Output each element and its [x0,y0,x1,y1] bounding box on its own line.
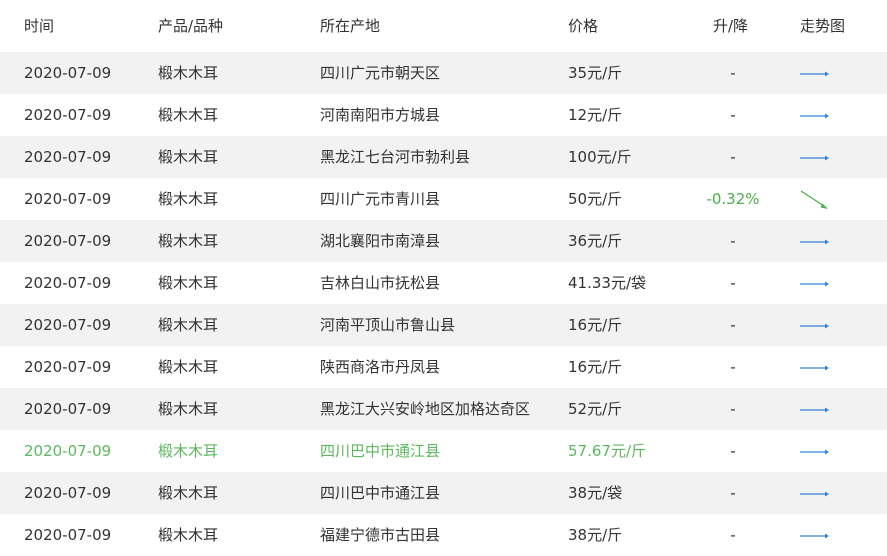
table-row[interactable]: 2020-07-09 椴木木耳 陕西商洛市丹凤县 16元/斤 - [0,346,887,388]
header-date: 时间 [24,17,55,35]
row-price: 16元/斤 [568,358,623,376]
row-location: 河南南阳市方城县 [320,106,441,124]
table-row[interactable]: 2020-07-09 椴木木耳 黑龙江七台河市勃利县 100元/斤 - [0,136,887,178]
table-row[interactable]: 2020-07-09 椴木木耳 河南平顶山市鲁山县 16元/斤 - [0,304,887,346]
row-product: 椴木木耳 [158,484,219,502]
row-price: 38元/袋 [568,484,623,502]
row-price: 100元/斤 [568,148,632,166]
row-location: 四川广元市朝天区 [320,64,441,82]
row-product: 椴木木耳 [158,316,219,334]
row-product: 椴木木耳 [158,442,219,460]
row-location: 福建宁德市古田县 [320,526,441,544]
row-product: 椴木木耳 [158,400,219,418]
row-location: 四川巴中市通江县 [320,442,441,460]
row-date: 2020-07-09 [24,148,112,166]
table-row[interactable]: 2020-07-09 椴木木耳 四川广元市青川县 50元/斤 -0.32% [0,178,887,220]
row-location: 黑龙江大兴安岭地区加格达奇区 [320,400,531,418]
price-table: 时间 产品/品种 所在产地 价格 升/降 走势图 2020-07-09 椴木木耳… [0,0,887,556]
row-price: 35元/斤 [568,64,623,82]
header-product: 产品/品种 [158,17,224,35]
header-trend: 走势图 [800,17,846,35]
row-price: 50元/斤 [568,190,623,208]
row-product: 椴木木耳 [158,148,219,166]
row-change: - [730,64,736,82]
row-date: 2020-07-09 [24,526,112,544]
row-change: - [730,148,736,166]
row-product: 椴木木耳 [158,64,219,82]
flat-arrow-icon[interactable] [798,304,832,346]
row-change: - [730,526,736,544]
row-location: 湖北襄阳市南漳县 [320,232,441,250]
table-row[interactable]: 2020-07-09 椴木木耳 四川巴中市通江县 38元/袋 - [0,472,887,514]
row-location: 四川巴中市通江县 [320,484,441,502]
flat-arrow-icon[interactable] [798,514,832,556]
row-price: 12元/斤 [568,106,623,124]
row-price: 36元/斤 [568,232,623,250]
table-header: 时间 产品/品种 所在产地 价格 升/降 走势图 [0,0,887,52]
row-product: 椴木木耳 [158,526,219,544]
row-location: 河南平顶山市鲁山县 [320,316,456,334]
row-location: 吉林白山市抚松县 [320,274,441,292]
row-price: 38元/斤 [568,526,623,544]
row-product: 椴木木耳 [158,274,219,292]
flat-arrow-icon[interactable] [798,220,832,262]
row-product: 椴木木耳 [158,232,219,250]
row-date: 2020-07-09 [24,400,112,418]
row-date: 2020-07-09 [24,274,112,292]
row-date: 2020-07-09 [24,484,112,502]
row-change: - [730,232,736,250]
table-row[interactable]: 2020-07-09 椴木木耳 吉林白山市抚松县 41.33元/袋 - [0,262,887,304]
flat-arrow-icon[interactable] [798,430,832,472]
flat-arrow-icon[interactable] [798,388,832,430]
flat-arrow-icon[interactable] [798,472,832,514]
row-change: -0.32% [706,190,760,208]
table-row[interactable]: 2020-07-09 椴木木耳 四川广元市朝天区 35元/斤 - [0,52,887,94]
row-change: - [730,400,736,418]
row-change: - [730,274,736,292]
flat-arrow-icon[interactable] [798,52,832,94]
row-change: - [730,358,736,376]
flat-arrow-icon[interactable] [798,346,832,388]
table-row-highlighted[interactable]: 2020-07-09 椴木木耳 四川巴中市通江县 57.67元/斤 - [0,430,887,472]
row-change: - [730,316,736,334]
row-product: 椴木木耳 [158,106,219,124]
header-change: 升/降 [713,17,749,35]
row-price: 16元/斤 [568,316,623,334]
flat-arrow-icon[interactable] [798,94,832,136]
table-row[interactable]: 2020-07-09 椴木木耳 福建宁德市古田县 38元/斤 - [0,514,887,556]
row-price: 57.67元/斤 [568,442,646,460]
row-date: 2020-07-09 [24,106,112,124]
row-price: 52元/斤 [568,400,623,418]
table-row[interactable]: 2020-07-09 椴木木耳 黑龙江大兴安岭地区加格达奇区 52元/斤 - [0,388,887,430]
flat-arrow-icon[interactable] [798,136,832,178]
flat-arrow-icon[interactable] [798,262,832,304]
row-price: 41.33元/袋 [568,274,646,292]
row-location: 黑龙江七台河市勃利县 [320,148,471,166]
header-price: 价格 [568,17,599,35]
row-date: 2020-07-09 [24,316,112,334]
row-date: 2020-07-09 [24,442,112,460]
row-location: 四川广元市青川县 [320,190,441,208]
row-date: 2020-07-09 [24,64,112,82]
header-location: 所在产地 [320,17,381,35]
row-product: 椴木木耳 [158,358,219,376]
row-change: - [730,442,736,460]
table-row[interactable]: 2020-07-09 椴木木耳 湖北襄阳市南漳县 36元/斤 - [0,220,887,262]
row-location: 陕西商洛市丹凤县 [320,358,441,376]
row-date: 2020-07-09 [24,358,112,376]
row-product: 椴木木耳 [158,190,219,208]
row-date: 2020-07-09 [24,190,112,208]
down-arrow-icon[interactable] [798,178,832,220]
row-change: - [730,106,736,124]
row-date: 2020-07-09 [24,232,112,250]
table-row[interactable]: 2020-07-09 椴木木耳 河南南阳市方城县 12元/斤 - [0,94,887,136]
row-change: - [730,484,736,502]
